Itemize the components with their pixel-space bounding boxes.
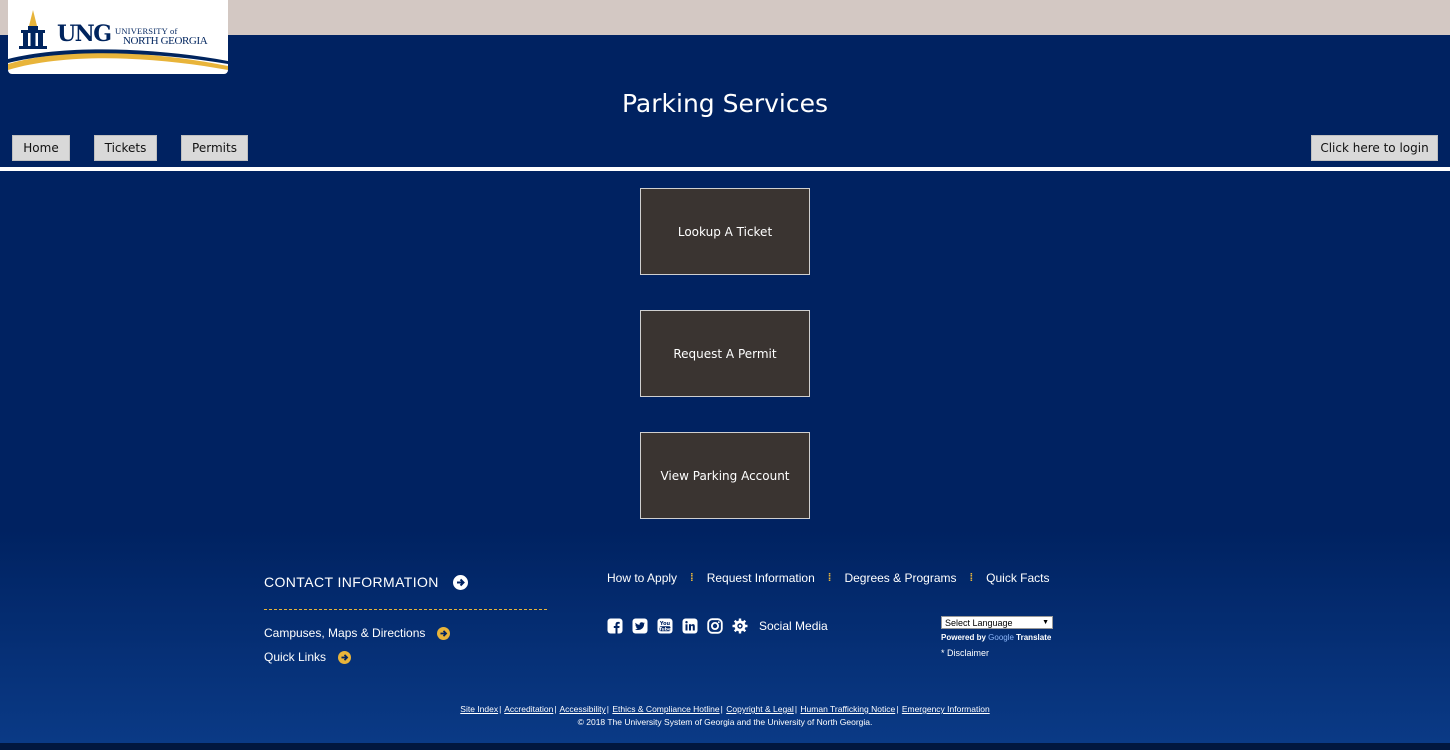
login-button[interactable]: Click here to login bbox=[1311, 135, 1438, 161]
powered-by-label: Powered by bbox=[941, 633, 986, 642]
view-parking-account-tile[interactable]: View Parking Account bbox=[640, 432, 810, 519]
twitter-icon[interactable] bbox=[632, 618, 648, 634]
social-media-link[interactable]: Social Media bbox=[759, 619, 828, 633]
bottom-strip bbox=[0, 743, 1450, 750]
legal-links: Site Index| Accreditation| Accessibility… bbox=[0, 704, 1450, 714]
instagram-icon[interactable] bbox=[707, 618, 723, 634]
google-logo-text: Google bbox=[988, 633, 1014, 642]
footer: CONTACT INFORMATION Campuses, Maps & Dir… bbox=[0, 530, 1450, 743]
contact-divider bbox=[264, 609, 547, 610]
main-content: Lookup A Ticket Request A Permit View Pa… bbox=[0, 171, 1450, 530]
accreditation-link[interactable]: Accreditation bbox=[504, 704, 553, 714]
asterisk-icon: * bbox=[941, 648, 945, 658]
language-select[interactable]: Select Language ▼ bbox=[941, 616, 1053, 629]
link-separator: | bbox=[554, 704, 557, 714]
social-media-gear-icon[interactable] bbox=[732, 618, 748, 634]
link-separator: | bbox=[896, 704, 899, 714]
lookup-ticket-tile[interactable]: Lookup A Ticket bbox=[640, 188, 810, 275]
accessibility-link[interactable]: Accessibility bbox=[560, 704, 606, 714]
permits-button[interactable]: Permits bbox=[181, 135, 248, 161]
social-links: You Tube Social Media bbox=[607, 618, 828, 634]
quick-facts-link[interactable]: Quick Facts bbox=[986, 571, 1049, 585]
quick-links-link[interactable]: Quick Links bbox=[264, 650, 352, 664]
request-permit-tile[interactable]: Request A Permit bbox=[640, 310, 810, 397]
link-separator: ⁞ bbox=[969, 572, 974, 584]
logo-north-georgia-text: NORTH GEORGIA bbox=[123, 35, 208, 47]
human-trafficking-notice-link[interactable]: Human Trafficking Notice bbox=[800, 704, 895, 714]
facebook-icon[interactable] bbox=[607, 618, 623, 634]
link-separator: | bbox=[606, 704, 610, 714]
link-separator: ⁞ bbox=[690, 572, 694, 584]
link-separator: | bbox=[499, 704, 502, 714]
copyright-text: © 2018 The University System of Georgia … bbox=[577, 717, 873, 727]
link-separator: | bbox=[794, 704, 798, 714]
arrow-right-circle-icon bbox=[452, 574, 468, 590]
translate-label: Translate bbox=[1016, 633, 1052, 642]
language-select-value: Select Language bbox=[945, 617, 1013, 628]
ung-logo[interactable]: UNG UNIVERSITY of NORTH GEORGIA bbox=[8, 0, 228, 74]
quick-links-label: Quick Links bbox=[264, 650, 327, 664]
footer-top-links: How to Apply ⁞ Request Information ⁞ Deg… bbox=[607, 571, 1050, 585]
powered-by-google-translate: Powered by Google Translate bbox=[941, 633, 1051, 642]
link-separator: | bbox=[720, 704, 723, 714]
emergency-information-link[interactable]: Emergency Information bbox=[902, 704, 990, 714]
degrees-programs-link[interactable]: Degrees & Programs bbox=[844, 571, 956, 585]
youtube-icon[interactable]: YouTube bbox=[657, 618, 673, 634]
tickets-button[interactable]: Tickets bbox=[94, 135, 157, 161]
link-separator: ⁞ bbox=[827, 572, 832, 584]
contact-title-label: CONTACT INFORMATION bbox=[264, 574, 439, 590]
contact-information-link[interactable]: CONTACT INFORMATION bbox=[264, 574, 468, 590]
disclaimer-link[interactable]: * Disclaimer bbox=[941, 648, 989, 658]
arrow-right-circle-icon bbox=[437, 626, 451, 640]
how-to-apply-link[interactable]: How to Apply bbox=[607, 571, 677, 585]
campuses-maps-link[interactable]: Campuses, Maps & Directions bbox=[264, 626, 451, 640]
request-information-link[interactable]: Request Information bbox=[707, 571, 815, 585]
dropdown-arrow-icon: ▼ bbox=[1042, 619, 1049, 626]
site-index-link[interactable]: Site Index bbox=[460, 704, 498, 714]
copyright-legal-link[interactable]: Copyright & Legal bbox=[726, 704, 794, 714]
linkedin-icon[interactable] bbox=[682, 618, 698, 634]
home-button[interactable]: Home bbox=[12, 135, 70, 161]
page-title: Parking Services bbox=[621, 89, 829, 118]
logo-ung-text: UNG bbox=[57, 21, 112, 47]
campuses-maps-label: Campuses, Maps & Directions bbox=[264, 626, 426, 640]
arrow-right-circle-icon bbox=[338, 650, 352, 664]
disclaimer-label: Disclaimer bbox=[947, 648, 990, 658]
svg-text:Tube: Tube bbox=[659, 626, 671, 632]
svg-text:You: You bbox=[659, 621, 671, 627]
ethics-hotline-link[interactable]: Ethics & Compliance Hotline bbox=[612, 704, 719, 714]
